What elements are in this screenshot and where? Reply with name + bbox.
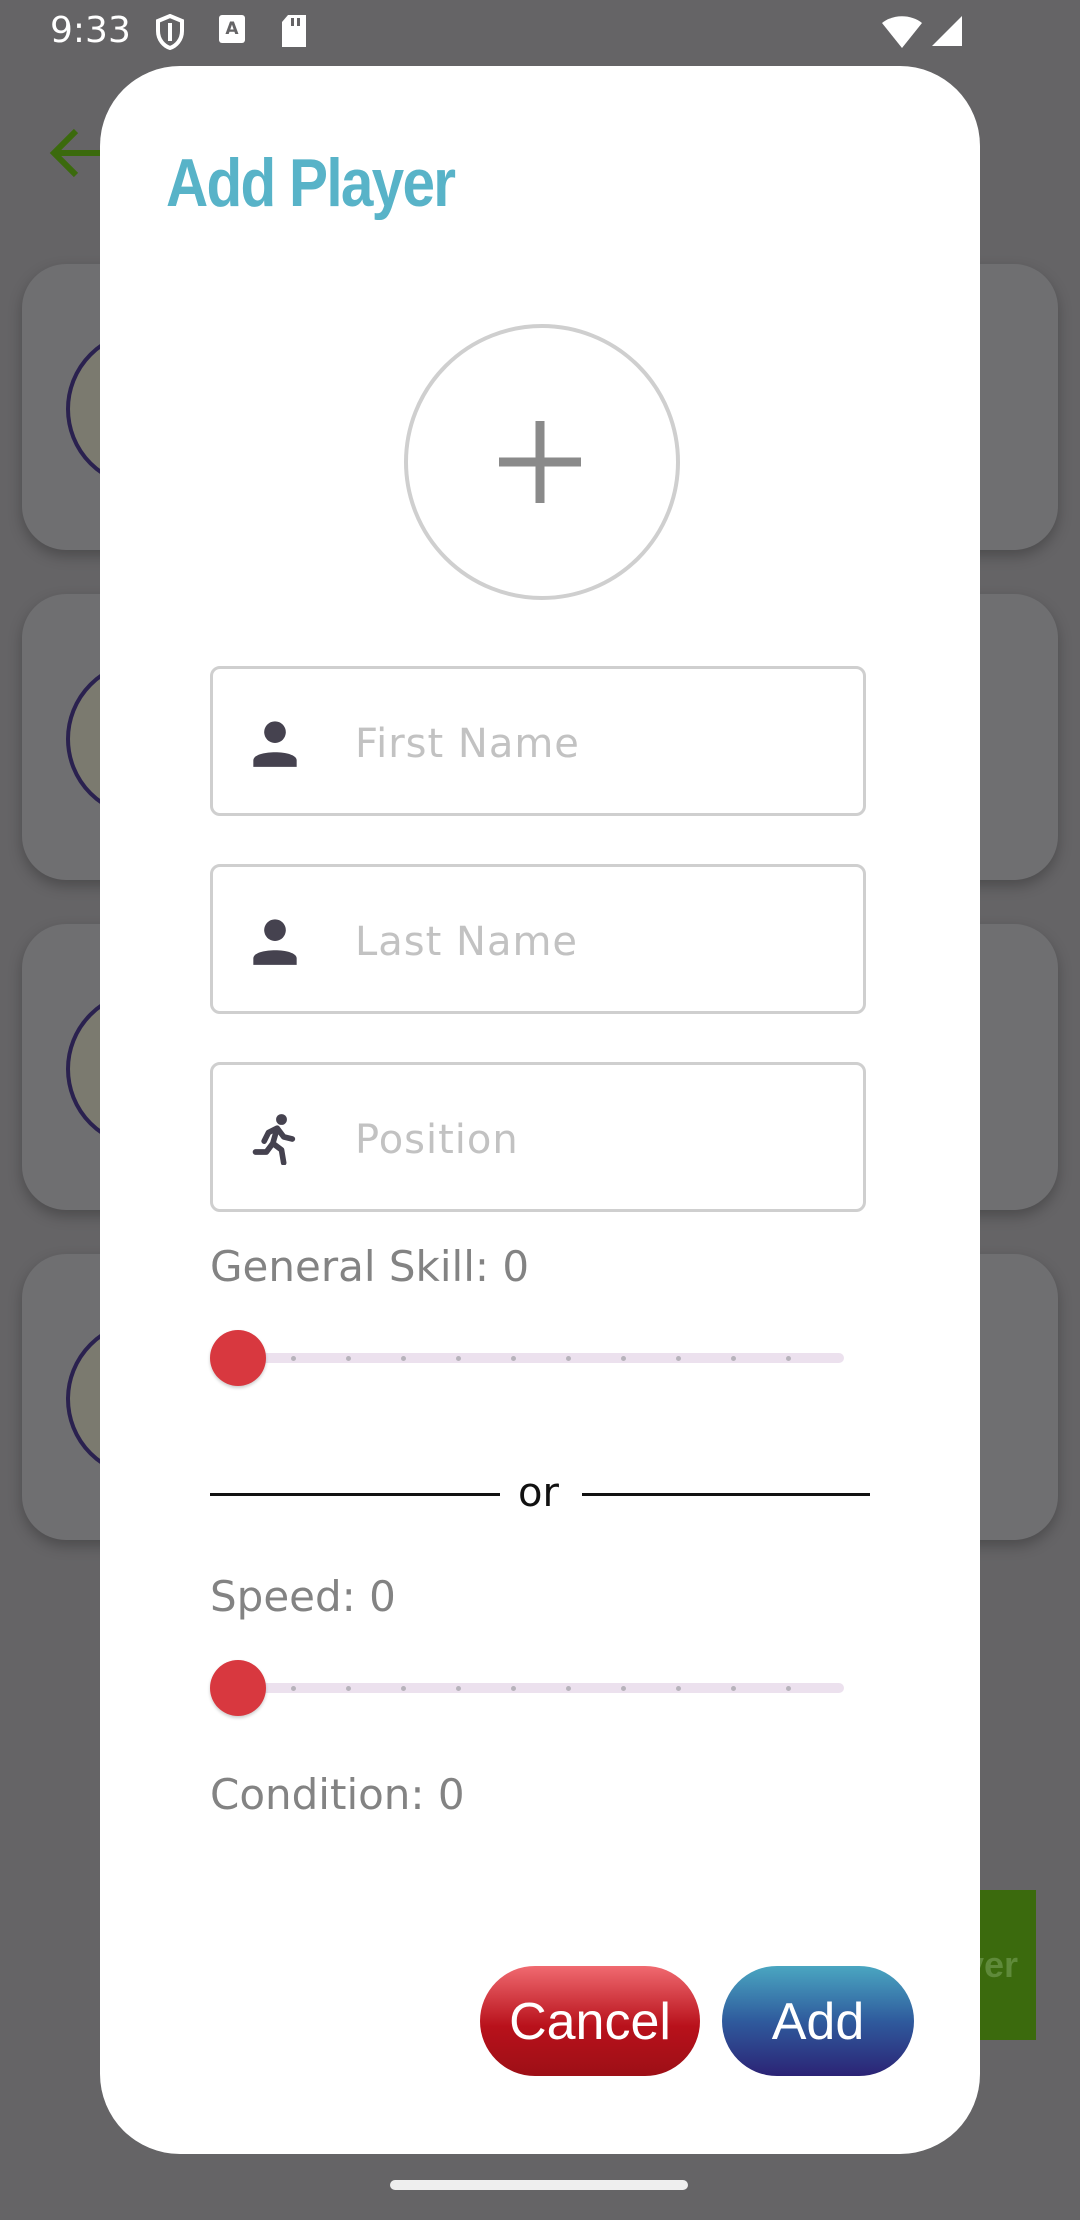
status-bar: 9:33 A: [0, 0, 1080, 66]
keyboard-a-icon: A: [219, 15, 245, 43]
slider-tick: [786, 1686, 791, 1691]
sd-card-icon: [282, 15, 306, 47]
divider-right: [582, 1493, 870, 1496]
slider-tick: [731, 1686, 736, 1691]
slider-tick: [456, 1356, 461, 1361]
add-button[interactable]: Add: [722, 1966, 914, 2076]
slider-tick: [511, 1686, 516, 1691]
slider-thumb[interactable]: [210, 1330, 266, 1386]
slider-tick: [566, 1356, 571, 1361]
status-time: 9:33: [50, 10, 131, 51]
last-name-field[interactable]: [210, 864, 866, 1014]
divider-left: [210, 1493, 500, 1496]
slider-track: [240, 1353, 844, 1363]
plus-icon: [499, 421, 581, 503]
slider-tick: [731, 1356, 736, 1361]
general-skill-label: General Skill: 0: [210, 1242, 530, 1291]
slider-tick: [291, 1686, 296, 1691]
general-skill-slider[interactable]: [210, 1328, 860, 1388]
slider-tick: [621, 1686, 626, 1691]
slider-tick: [566, 1686, 571, 1691]
person-icon: [253, 721, 297, 767]
slider-tick: [401, 1686, 406, 1691]
last-name-input[interactable]: [353, 905, 837, 979]
slider-tick: [621, 1356, 626, 1361]
slider-tick: [676, 1356, 681, 1361]
person-icon: [253, 919, 297, 965]
running-person-icon: [252, 1114, 296, 1165]
back-arrow-icon[interactable]: [48, 125, 104, 181]
shield-icon: [156, 14, 184, 50]
first-name-input[interactable]: [353, 707, 837, 781]
condition-label: Condition: 0: [210, 1770, 465, 1819]
slider-tick: [291, 1356, 296, 1361]
dialog-title: Add Player: [166, 145, 456, 221]
home-indicator[interactable]: [390, 2180, 688, 2190]
slider-tick: [511, 1356, 516, 1361]
speed-slider[interactable]: [210, 1658, 860, 1718]
or-separator: or: [518, 1470, 559, 1516]
slider-thumb[interactable]: [210, 1660, 266, 1716]
speed-label: Speed: 0: [210, 1572, 396, 1621]
cellular-signal-icon: [932, 16, 962, 46]
slider-tick: [786, 1356, 791, 1361]
slider-tick: [401, 1356, 406, 1361]
slider-tick: [346, 1356, 351, 1361]
position-input[interactable]: [353, 1103, 837, 1177]
first-name-field[interactable]: [210, 666, 866, 816]
slider-tick: [676, 1686, 681, 1691]
svg-text:A: A: [225, 19, 239, 39]
position-field[interactable]: [210, 1062, 866, 1212]
slider-tick: [456, 1686, 461, 1691]
slider-track: [240, 1683, 844, 1693]
wifi-icon: [882, 16, 922, 48]
add-player-dialog: Add Player General Skill: 0 or Speed: 0: [100, 66, 980, 2154]
slider-tick: [346, 1686, 351, 1691]
cancel-button[interactable]: Cancel: [480, 1966, 700, 2076]
